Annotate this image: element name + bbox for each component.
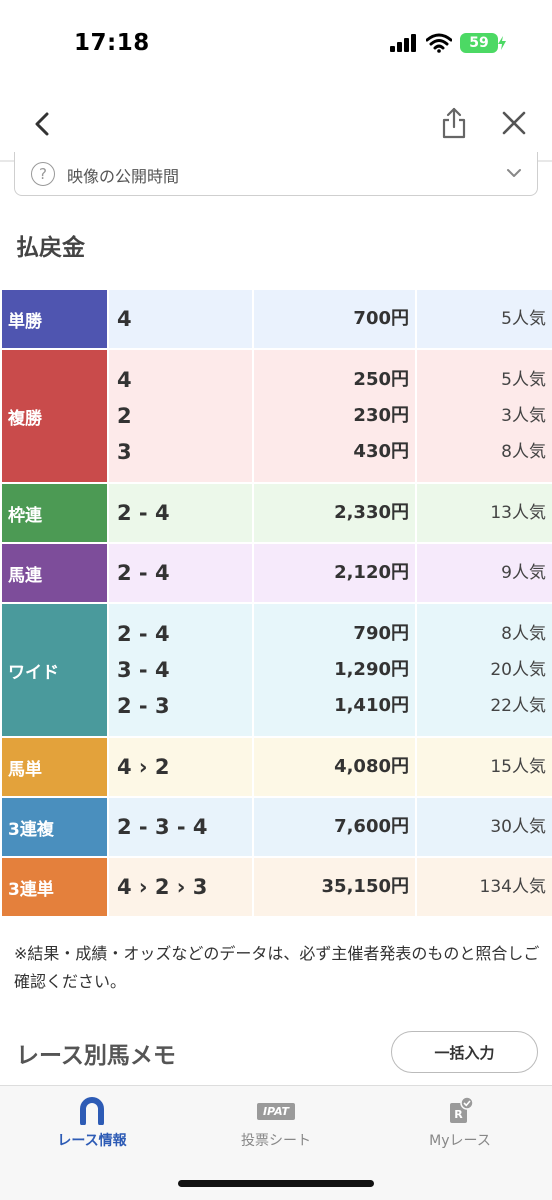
- bet-type-label: ワイド: [0, 602, 109, 738]
- share-icon[interactable]: [440, 107, 468, 139]
- tab-voting-sheet[interactable]: IPAT 投票シート: [184, 1096, 368, 1150]
- charging-bolt-icon: [498, 36, 506, 50]
- combo-value: 2 - 4: [117, 501, 170, 525]
- combo-value: 4 › 2 › 3: [117, 875, 208, 899]
- payout-row-fukusho: 複勝 4 2 3 250円 230円 430円 5人気 3人気 8人気: [0, 348, 552, 484]
- popularity-rank: 3人気: [501, 406, 546, 426]
- combo-value: 2: [117, 404, 132, 428]
- payout-amount: 4,080円: [334, 756, 409, 777]
- home-indicator: [178, 1180, 374, 1187]
- status-bar: 17:18 59: [0, 0, 552, 90]
- payout-row-umatan: 馬単 4 › 2 4,080円 15人気: [0, 736, 552, 798]
- payout-amount: 2,330円: [334, 502, 409, 523]
- payout-amount: 35,150円: [321, 876, 409, 897]
- my-race-icon-letter: R: [454, 1108, 463, 1121]
- bet-type-label: 複勝: [0, 348, 109, 484]
- tab-label: レース情報: [57, 1133, 127, 1149]
- payout-amount: 700円: [353, 308, 409, 329]
- popularity-rank: 8人気: [501, 624, 546, 644]
- wifi-icon: [426, 33, 452, 53]
- my-race-icon: R: [450, 1096, 474, 1123]
- popularity-rank: 5人気: [501, 309, 546, 329]
- tab-label: Myレース: [429, 1133, 491, 1149]
- nav-bar: [0, 95, 552, 155]
- payout-row-sanrentan: 3連単 4 › 2 › 3 35,150円 134人気: [0, 856, 552, 918]
- payout-amount: 7,600円: [334, 816, 409, 837]
- status-time: 17:18: [74, 30, 150, 56]
- payout-row-wakuren: 枠連 2 - 4 2,330円 13人気: [0, 482, 552, 544]
- bet-type-label: 馬単: [0, 736, 109, 798]
- combo-value: 2 - 3 - 4: [117, 815, 208, 839]
- back-chevron-icon[interactable]: [28, 109, 58, 139]
- close-icon[interactable]: [500, 109, 528, 137]
- payout-row-tansho: 単勝 4 700円 5人気: [0, 288, 552, 350]
- bet-type-label: 3連複: [0, 796, 109, 858]
- tab-my-race[interactable]: R Myレース: [368, 1096, 552, 1150]
- popularity-rank: 134人気: [479, 877, 546, 897]
- payout-amount: 230円: [353, 405, 409, 426]
- payout-row-wide: ワイド 2 - 4 3 - 4 2 - 3 790円 1,290円 1,410円…: [0, 602, 552, 738]
- popularity-rank: 20人気: [490, 660, 546, 680]
- video-publish-time-label: 映像の公開時間: [67, 167, 180, 186]
- combo-value: 2 - 4: [117, 622, 170, 646]
- combo-value: 4 › 2: [117, 755, 170, 779]
- payout-amount: 1,290円: [334, 659, 409, 680]
- popularity-rank: 30人気: [490, 817, 546, 837]
- combo-value: 4: [117, 307, 132, 331]
- video-publish-time-accordion[interactable]: ? 映像の公開時間: [14, 152, 538, 196]
- popularity-rank: 8人気: [501, 442, 546, 462]
- data-disclaimer-note: ※結果・成績・オッズなどのデータは、必ず主催者発表のものと照合しご確認ください。: [14, 944, 540, 991]
- tab-label: 投票シート: [241, 1133, 311, 1149]
- popularity-rank: 9人気: [501, 563, 546, 583]
- payout-amount: 2,120円: [334, 562, 409, 583]
- payout-amount: 790円: [353, 623, 409, 644]
- status-icons: 59: [390, 33, 506, 53]
- popularity-rank: 5人気: [501, 370, 546, 390]
- payout-amount: 1,410円: [334, 695, 409, 716]
- chevron-down-icon: [507, 169, 521, 177]
- bulk-input-button[interactable]: 一括入力: [391, 1031, 538, 1073]
- popularity-rank: 13人気: [490, 503, 546, 523]
- ipat-icon: IPAT: [256, 1102, 296, 1120]
- signal-icon: [390, 34, 416, 52]
- bet-type-label: 3連単: [0, 856, 109, 918]
- payout-row-umaren: 馬連 2 - 4 2,120円 9人気: [0, 542, 552, 604]
- combo-value: 2 - 4: [117, 561, 170, 585]
- combo-value: 3: [117, 440, 132, 464]
- payout-row-sanrenpuku: 3連複 2 - 3 - 4 7,600円 30人気: [0, 796, 552, 858]
- bet-type-label: 枠連: [0, 482, 109, 544]
- payout-table: 単勝 4 700円 5人気 複勝 4 2 3 250円 230円 430円 5人…: [0, 288, 552, 918]
- payout-amount: 250円: [353, 369, 409, 390]
- bet-type-label: 単勝: [0, 288, 109, 350]
- combo-value: 2 - 3: [117, 694, 170, 718]
- popularity-rank: 15人気: [490, 757, 546, 777]
- help-icon: ?: [31, 162, 55, 186]
- horseshoe-icon: [80, 1097, 104, 1125]
- popularity-rank: 22人気: [490, 696, 546, 716]
- tab-race-info[interactable]: レース情報: [0, 1096, 184, 1150]
- combo-value: 4: [117, 368, 132, 392]
- horse-memo-title: レース別馬メモ: [16, 1043, 176, 1069]
- payout-amount: 430円: [353, 441, 409, 462]
- payout-section-title: 払戻金: [16, 235, 85, 261]
- bet-type-label: 馬連: [0, 542, 109, 604]
- battery-indicator: 59: [460, 33, 498, 53]
- combo-value: 3 - 4: [117, 658, 170, 682]
